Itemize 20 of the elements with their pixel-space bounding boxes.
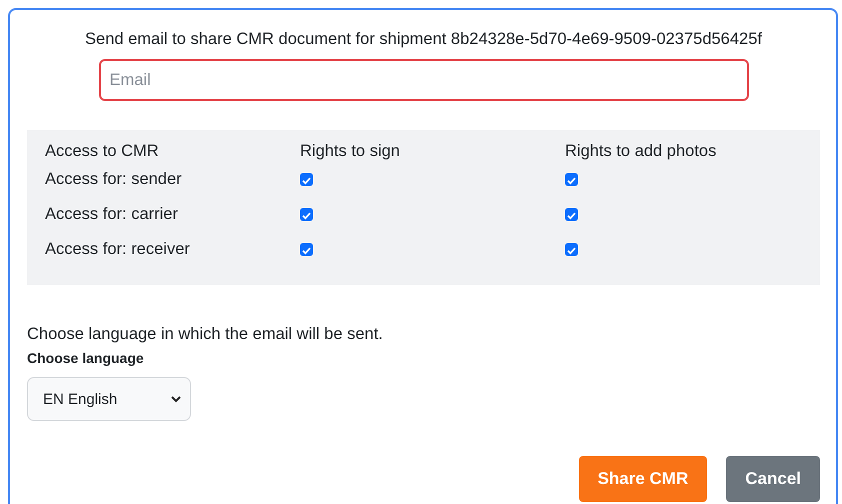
row-label: Access for: receiver <box>45 239 191 260</box>
language-select[interactable]: EN English <box>27 377 191 421</box>
language-description: Choose language in which the email will be sent. <box>27 325 384 344</box>
row-label: Access for: carrier <box>45 204 179 225</box>
language-label: Choose language <box>27 350 145 366</box>
checkbox[interactable] <box>300 173 313 186</box>
row-label: Access for: sender <box>45 169 183 190</box>
column-header: Access to CMR <box>45 142 160 162</box>
checkbox[interactable] <box>300 243 313 256</box>
column-header: Rights to add photos <box>565 142 718 162</box>
checkbox[interactable] <box>300 208 313 221</box>
share-button[interactable]: Share CMR <box>578 456 708 502</box>
checkbox[interactable] <box>565 243 578 256</box>
chevron-down-icon <box>171 396 181 402</box>
email-field[interactable]: Email <box>98 59 748 101</box>
cancel-button[interactable]: Cancel <box>726 456 820 502</box>
checkbox[interactable] <box>565 208 578 221</box>
dialog-title: Send email to share CMR document for shipment 8b24328e-5d70-4e69-9509-02375d56425f <box>84 30 763 49</box>
column-header: Rights to sign <box>300 142 401 162</box>
checkbox[interactable] <box>565 173 578 186</box>
